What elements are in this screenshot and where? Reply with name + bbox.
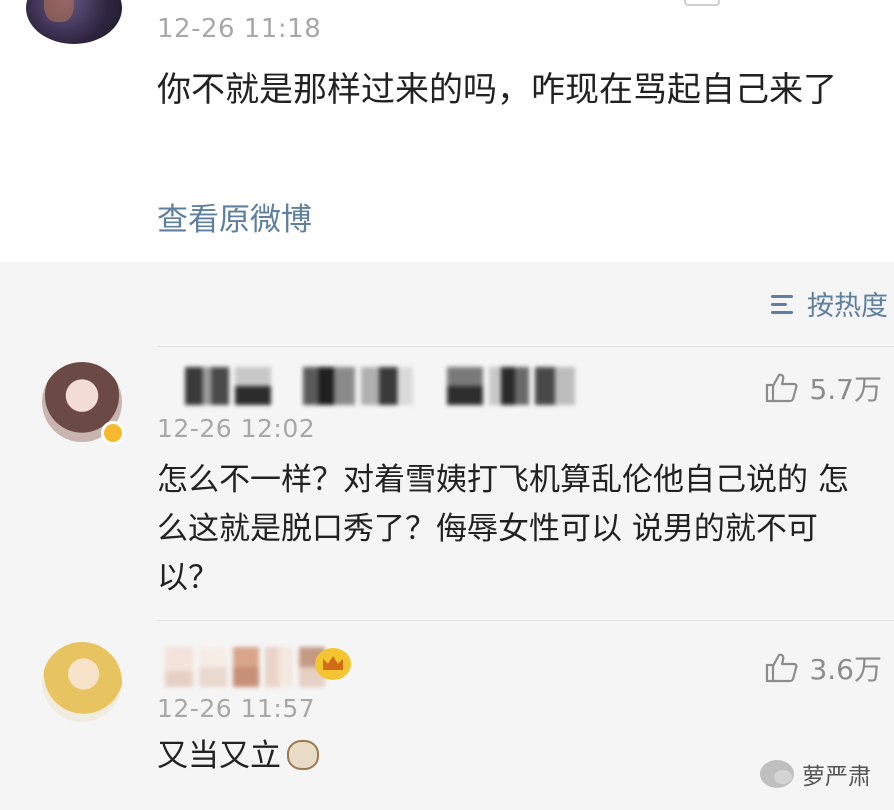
view-original-link[interactable]: 查看原微博 [157, 194, 312, 239]
avatar[interactable] [26, 0, 122, 44]
thumbs-up-icon [766, 373, 798, 403]
sort-by-hot-button[interactable]: 按热度 [771, 284, 888, 323]
avatar[interactable] [42, 642, 122, 722]
like-button[interactable]: 3.6万 [765, 648, 882, 688]
comment-text: 怎么不一样？对着雪姨打飞机算乱伦他自己说的 怎么这就是脱口秀了？侮辱女性可以 说… [157, 462, 849, 596]
like-count: 5.7万 [809, 373, 882, 406]
wechat-icon [760, 760, 794, 788]
sort-lines-icon [771, 292, 797, 316]
comment-timestamp: 12-26 12:02 [157, 414, 316, 443]
watermark-label: 萝严肃 [802, 764, 871, 790]
username-blurred[interactable] [185, 367, 575, 405]
divider [157, 346, 894, 347]
username-blurred[interactable] [165, 647, 325, 687]
sort-label: 按热度 [807, 291, 888, 322]
comment-text-content: 又当又立 [157, 738, 281, 774]
more-icon[interactable] [684, 0, 720, 6]
verified-badge-icon [101, 421, 125, 445]
like-button[interactable]: 5.7万 [765, 368, 882, 408]
comment-text: 你不就是那样过来的吗，咋现在骂起自己来了 [157, 70, 837, 110]
top-comment-card: 12-26 11:18 你不就是那样过来的吗，咋现在骂起自己来了 查看原微博 [0, 0, 894, 262]
comment-timestamp: 12-26 11:18 [157, 14, 322, 44]
cat-face-emoji-icon [287, 739, 319, 770]
crown-badge-icon [315, 648, 351, 680]
divider [157, 620, 894, 621]
watermark: 萝严肃 [760, 757, 871, 791]
thumbs-up-icon [766, 653, 798, 683]
comment-timestamp: 12-26 11:57 [157, 694, 316, 723]
like-count: 3.6万 [809, 653, 882, 686]
